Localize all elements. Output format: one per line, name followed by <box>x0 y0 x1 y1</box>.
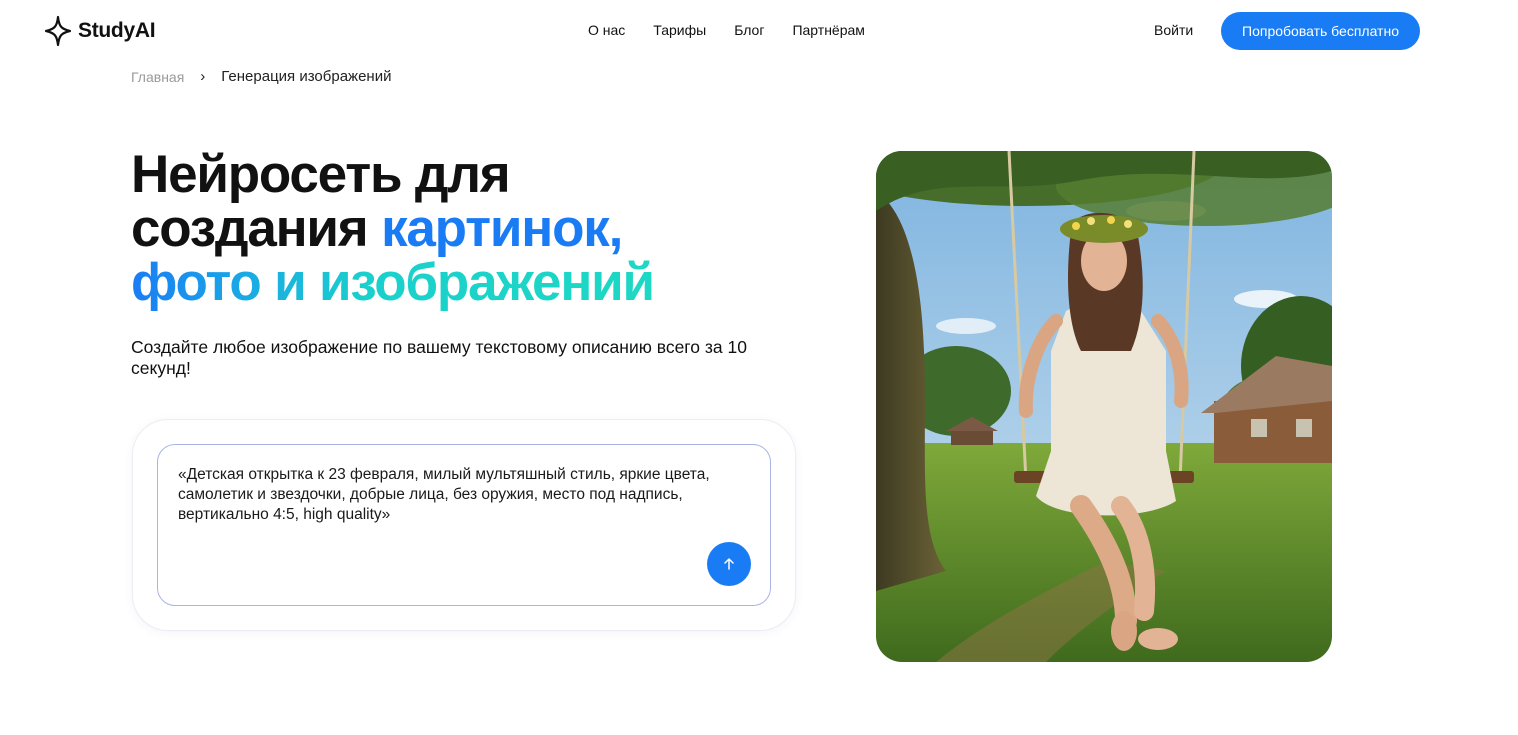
nav-item-about[interactable]: О нас <box>588 22 625 38</box>
page-subtitle: Создайте любое изображение по вашему тек… <box>131 337 747 378</box>
nav-item-blog[interactable]: Блог <box>734 22 764 38</box>
title-line-1: Нейросеть для <box>131 145 511 204</box>
send-button[interactable] <box>707 542 751 586</box>
brand-name: StudyAI <box>78 19 156 42</box>
breadcrumb-home[interactable]: Главная <box>131 69 184 85</box>
try-free-button[interactable]: Попробовать бесплатно <box>1221 12 1420 50</box>
site-header: StudyAI О нас Тарифы Блог Партнёрам Войт… <box>0 0 1518 62</box>
main-nav: О нас Тарифы Блог Партнёрам <box>588 22 865 38</box>
example-generated-image <box>876 151 1332 662</box>
page-title: Нейросеть для создания картинок, фото и … <box>131 148 831 310</box>
arrow-up-icon <box>724 558 734 570</box>
prompt-input[interactable]: «Детская открытка к 23 февраля, милый му… <box>157 444 771 606</box>
nav-item-pricing[interactable]: Тарифы <box>653 22 706 38</box>
title-highlight-pictures: картинок, <box>381 199 623 258</box>
prompt-text[interactable]: «Детская открытка к 23 февраля, милый му… <box>178 465 748 525</box>
title-line-2-prefix: создания <box>131 199 382 258</box>
sparkle-star-icon <box>44 15 72 47</box>
nav-item-partners[interactable]: Партнёрам <box>792 22 864 38</box>
girl-on-swing-illustration <box>876 151 1332 662</box>
breadcrumb: Главная › Генерация изображений <box>131 68 391 85</box>
breadcrumb-separator: › <box>200 68 206 85</box>
login-link[interactable]: Войти <box>1154 22 1193 38</box>
logo[interactable]: StudyAI <box>44 15 156 47</box>
breadcrumb-current: Генерация изображений <box>221 68 392 85</box>
title-highlight-photos: фото и изображений <box>131 253 655 312</box>
